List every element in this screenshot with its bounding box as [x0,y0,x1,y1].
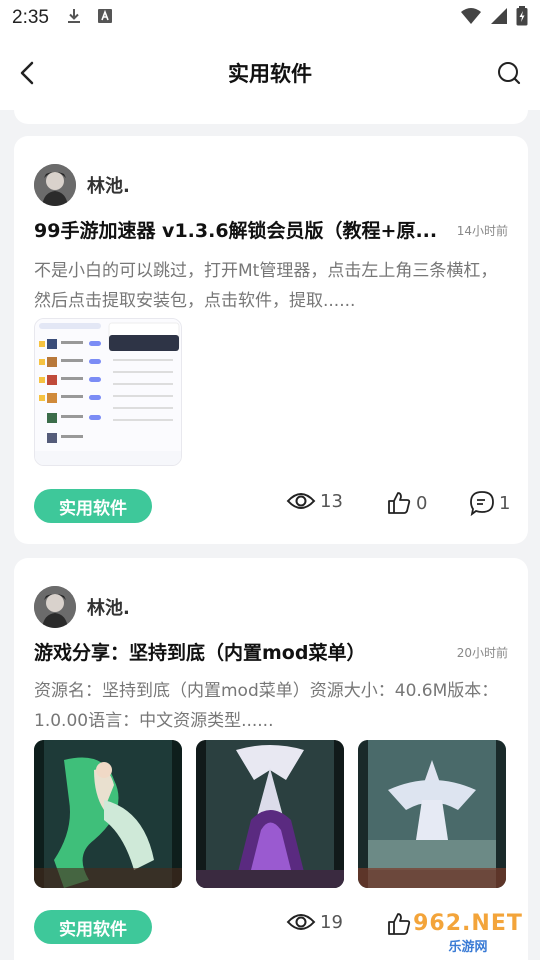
search-button[interactable] [494,58,524,88]
post-time: 20小时前 [456,646,508,660]
post-excerpt[interactable]: 不是小白的可以跳过，打开Mt管理器，点击左上角三条横杠，然后点击提取安装包，点击… [34,256,512,316]
back-button[interactable] [12,58,42,88]
post-excerpt[interactable]: 资源名：坚持到底（内置mod菜单）资源大小：40.6M版本：1.0.00语言：中… [34,676,512,736]
page-title: 实用软件 [228,62,312,86]
search-icon [498,62,521,85]
post-card[interactable]: 林池. 游戏分享：坚持到底（内置mod菜单） 20小时前 资源名：坚持到底（内置… [14,558,528,960]
font-notification-icon [97,8,113,28]
comment-button[interactable]: 1 [469,490,510,516]
watermark-sub: 乐游网 [448,939,488,955]
author-row[interactable]: 林池. [34,164,130,206]
category-tag[interactable]: 实用软件 [34,910,152,944]
author-row[interactable]: 林池. [34,586,130,628]
comment-icon [470,491,494,516]
views-count: 13 [320,490,343,512]
post-image[interactable] [34,318,182,466]
avatar[interactable] [34,586,76,628]
status-bar: 2:35 [0,0,540,36]
thumbs-up-icon [388,492,411,514]
like-button[interactable]: 0 [386,490,427,516]
signal-icon [490,7,508,29]
watermark-logo: 962.NET 乐游网 [398,908,538,958]
post-image[interactable] [358,740,506,888]
author-name[interactable]: 林池. [87,172,130,198]
post-title[interactable]: 游戏分享：坚持到底（内置mod菜单） [34,638,446,665]
avatar[interactable] [34,164,76,206]
views-stat[interactable]: 13 [286,490,343,512]
post-time: 14小时前 [456,224,508,238]
post-image[interactable] [34,740,182,888]
eye-icon [286,914,316,930]
download-icon [65,7,83,29]
wifi-icon [460,7,482,29]
status-time: 2:35 [12,7,49,28]
eye-icon [286,493,316,509]
comments-count: 1 [499,492,511,514]
category-tag[interactable]: 实用软件 [34,489,152,523]
previous-card-edge [14,108,528,124]
watermark-main: 962.NET [413,910,523,936]
post-image[interactable] [196,740,344,888]
views-count: 19 [320,911,343,933]
views-stat[interactable]: 19 [286,911,343,933]
post-card[interactable]: 林池. 99手游加速器 v1.3.6解锁会员版（教程+原... 14小时前 不是… [14,136,528,544]
app-header: 实用软件 [0,36,540,110]
likes-count: 0 [416,492,428,514]
battery-charging-icon [516,6,528,30]
post-title[interactable]: 99手游加速器 v1.3.6解锁会员版（教程+原... [34,216,446,243]
author-name[interactable]: 林池. [87,594,130,620]
chevron-left-icon [20,61,34,85]
